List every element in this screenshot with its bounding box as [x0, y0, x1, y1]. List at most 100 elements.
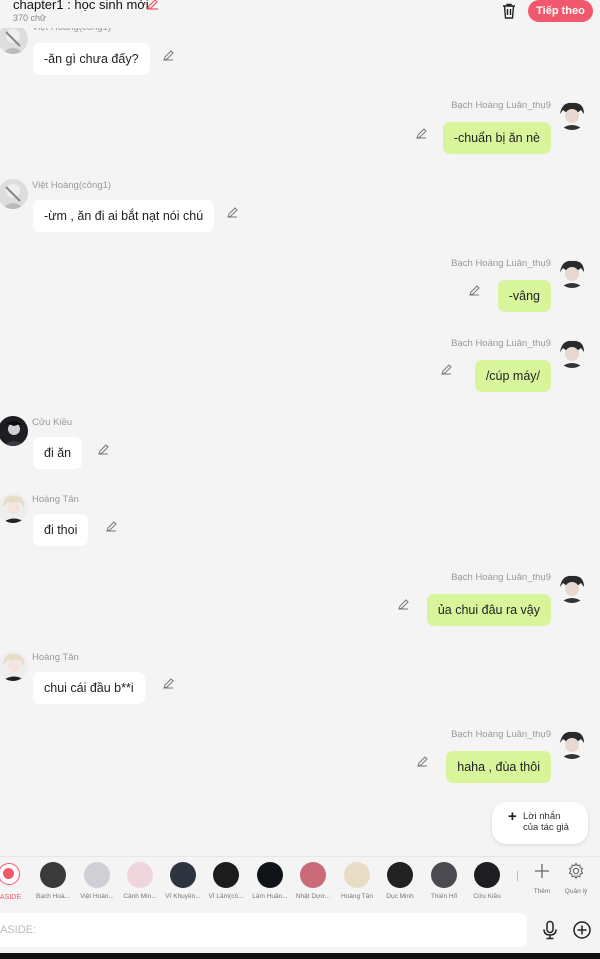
avatar	[127, 862, 153, 888]
character-name: Việt Hoàn...	[80, 893, 114, 900]
avatar	[300, 862, 326, 888]
message-bubble[interactable]: -chuẩn bị ăn nè	[442, 122, 551, 154]
character-chip[interactable]: Dục Minh	[382, 862, 418, 900]
avatar[interactable]	[0, 24, 28, 54]
gear-icon	[568, 862, 584, 880]
sender-name: Bạch Hoàng Luân_thụ9	[451, 100, 551, 111]
pencil-icon[interactable]	[415, 127, 428, 140]
pencil-icon[interactable]	[397, 598, 410, 611]
avatar	[344, 862, 370, 888]
sender-name: Việt Hoàng(công1)	[32, 180, 112, 191]
character-chip[interactable]: Lâm Huân...	[252, 862, 288, 900]
avatar[interactable]	[557, 100, 587, 130]
character-name: Vĩ Lâm(cô...	[208, 893, 244, 900]
aside-label: ASIDE	[0, 894, 22, 901]
pencil-icon[interactable]	[468, 284, 481, 297]
character-chip[interactable]: Bạch Hoà...	[35, 862, 71, 900]
pencil-icon[interactable]	[226, 206, 239, 219]
character-name: Vĩ Khuyên...	[165, 893, 201, 900]
character-name: Dục Minh	[386, 893, 414, 900]
character-chip[interactable]: Cửu Kiều	[469, 862, 505, 900]
add-character-label: Thêm	[533, 888, 551, 895]
header-bar: chapter1 : học sinh mới 370 chữ Tiếp the…	[0, 0, 600, 28]
mic-icon[interactable]	[541, 920, 559, 940]
avatar	[257, 862, 283, 888]
avatar[interactable]	[557, 729, 587, 759]
trash-icon[interactable]	[500, 2, 518, 20]
author-note-button[interactable]: + Lời nhắn của tác giả	[492, 802, 588, 844]
message-bubble[interactable]: đi thoi	[33, 514, 89, 546]
character-chip[interactable]: Vĩ Lâm(cô...	[208, 862, 244, 900]
sender-name: Cửu Kiều	[32, 417, 73, 428]
character-chip[interactable]: Thiên Hổ	[426, 862, 462, 900]
character-name: Thiên Hổ	[430, 893, 458, 900]
character-bar: ASIDE Bạch Hoà... Việt Hoàn... Cảnh Min.…	[0, 856, 600, 906]
plus-circle-icon[interactable]	[572, 920, 592, 940]
avatar	[84, 862, 110, 888]
pencil-icon[interactable]	[146, 0, 159, 11]
pencil-icon[interactable]	[105, 520, 118, 533]
manage-button[interactable]: Quản lý	[562, 862, 590, 895]
character-chip[interactable]: Cảnh Min...	[122, 862, 158, 900]
avatar[interactable]	[557, 258, 587, 288]
message-bubble[interactable]: chui cái đầu b**i	[33, 672, 145, 704]
character-name: Cảnh Min...	[123, 893, 157, 900]
avatar[interactable]	[557, 573, 587, 603]
message-bubble[interactable]: ủa chui đâu ra vậy	[426, 594, 551, 626]
aside-button[interactable]	[0, 863, 20, 885]
bottom-edge	[0, 953, 600, 959]
message-bubble[interactable]: -ăn gì chưa đấy?	[33, 43, 150, 75]
avatar	[431, 862, 457, 888]
message-bubble[interactable]: /cúp máy/	[474, 360, 551, 392]
manage-label: Quản lý	[564, 888, 588, 895]
sender-name: Bạch Hoàng Luân_thụ9	[451, 572, 551, 583]
sender-name: Hoàng Tân	[32, 494, 79, 505]
divider	[517, 871, 518, 881]
chat-bubble-icon	[3, 868, 14, 879]
character-chip[interactable]: Vĩ Khuyên...	[165, 862, 201, 900]
author-note-line1: Lời nhắn	[523, 811, 561, 822]
plus-icon	[535, 864, 549, 878]
avatar	[213, 862, 239, 888]
plus-icon: +	[508, 808, 517, 825]
character-chip[interactable]: Hoàng Tân	[339, 862, 375, 900]
pencil-icon[interactable]	[97, 443, 110, 456]
message-bubble[interactable]: -vâng	[497, 280, 551, 312]
message-bubble[interactable]: -ừm , ăn đi ai bắt nạt nói chú	[33, 200, 215, 232]
sender-name: Bạch Hoàng Luân_thụ9	[451, 338, 551, 349]
character-chip[interactable]: Việt Hoàn...	[79, 862, 115, 900]
character-chip[interactable]: Nhật Dươ...	[295, 862, 331, 900]
avatar	[40, 862, 66, 888]
character-name: Lâm Huân...	[252, 893, 288, 900]
pencil-icon[interactable]	[162, 49, 175, 62]
chat-area[interactable]: Việt Hoàng(công1) -ăn gì chưa đấy? Bạch …	[0, 0, 600, 855]
pencil-icon[interactable]	[162, 677, 175, 690]
character-name: Bạch Hoà...	[36, 893, 70, 900]
message-bubble[interactable]: haha , đùa thôi	[446, 751, 551, 783]
message-input[interactable]	[0, 913, 527, 947]
pencil-icon[interactable]	[440, 363, 453, 376]
avatar[interactable]	[557, 338, 587, 368]
avatar[interactable]	[0, 179, 28, 209]
add-character-button[interactable]: Thêm	[528, 862, 556, 895]
character-name: Nhật Dươ...	[295, 893, 331, 900]
avatar	[387, 862, 413, 888]
avatar	[474, 862, 500, 888]
chapter-title[interactable]: chapter1 : học sinh mới	[13, 0, 149, 12]
sender-name: Hoàng Tân	[32, 652, 79, 663]
pencil-icon[interactable]	[416, 755, 429, 768]
author-note-label: Lời nhắn của tác giả	[523, 811, 569, 833]
message-bubble[interactable]: đi ăn	[33, 437, 83, 469]
avatar[interactable]	[0, 493, 28, 523]
avatar[interactable]	[0, 416, 28, 446]
sender-name: Bạch Hoàng Luân_thụ9	[451, 729, 551, 740]
avatar	[170, 862, 196, 888]
sender-name: Bạch Hoàng Luân_thụ9	[451, 258, 551, 269]
author-note-line2: của tác giả	[523, 821, 569, 833]
avatar[interactable]	[0, 651, 28, 681]
next-chapter-button[interactable]: Tiếp theo	[528, 0, 593, 22]
input-bar	[0, 907, 600, 959]
character-name: Hoàng Tân	[340, 893, 374, 900]
character-name: Cửu Kiều	[473, 893, 501, 900]
word-count: 370 chữ	[13, 13, 47, 23]
